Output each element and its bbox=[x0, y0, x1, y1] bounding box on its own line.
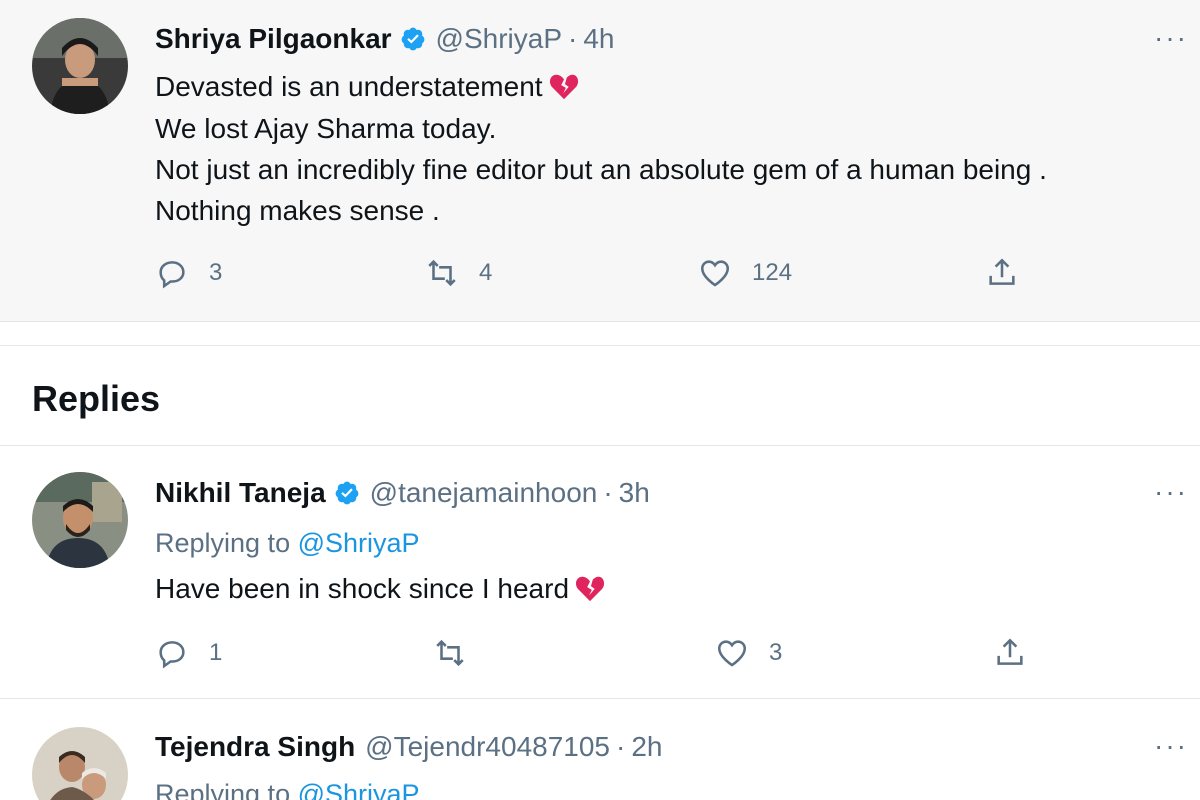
tweet-actions: 3 4 124 bbox=[155, 256, 1055, 296]
like-count: 124 bbox=[752, 259, 793, 286]
mention-link[interactable]: @ShriyaP bbox=[298, 528, 420, 558]
retweet-button[interactable] bbox=[433, 636, 487, 670]
handle[interactable]: @Tejendr40487105 bbox=[365, 730, 610, 764]
reply-tweet[interactable]: Tejendra Singh @Tejendr40487105 · 2h ···… bbox=[0, 699, 1200, 800]
reply-icon bbox=[159, 641, 185, 669]
replying-to: Replying to @ShriyaP bbox=[155, 528, 420, 559]
like-button[interactable]: 124 bbox=[698, 256, 792, 290]
timestamp[interactable]: 4h bbox=[583, 22, 614, 56]
retweet-button[interactable]: 4 bbox=[425, 256, 492, 290]
verified-badge-icon bbox=[401, 27, 424, 51]
tweet-text-line: Nothing makes sense . bbox=[155, 195, 440, 226]
reply-tweet[interactable]: Nikhil Taneja @tanejamainhoon · 3h ··· R… bbox=[0, 446, 1200, 698]
mention-link[interactable]: @ShriyaP bbox=[298, 779, 420, 800]
verified-badge-icon bbox=[335, 481, 359, 505]
display-name[interactable]: Tejendra Singh bbox=[155, 730, 355, 764]
timestamp[interactable]: 3h bbox=[619, 476, 650, 510]
tweet-text: Have been in shock since I heard bbox=[155, 573, 570, 604]
main-tweet[interactable]: Shriya Pilgaonkar @ShriyaP · 4h ··· Deva… bbox=[0, 0, 1200, 322]
tweet-actions: 1 3 bbox=[155, 636, 1055, 676]
broken-heart-emoji bbox=[575, 576, 605, 602]
like-count: 3 bbox=[769, 639, 783, 666]
reply-icon bbox=[159, 261, 185, 289]
replying-to: Replying to @ShriyaP bbox=[155, 779, 420, 800]
reply-count: 3 bbox=[209, 259, 223, 286]
share-icon bbox=[989, 258, 1015, 285]
avatar[interactable] bbox=[32, 472, 128, 568]
avatar[interactable] bbox=[32, 727, 128, 800]
share-button[interactable] bbox=[985, 256, 1019, 290]
display-name[interactable]: Shriya Pilgaonkar bbox=[155, 22, 392, 56]
retweet-count: 4 bbox=[479, 259, 493, 286]
like-icon bbox=[717, 640, 747, 667]
retweet-icon bbox=[436, 639, 464, 667]
like-button[interactable]: 3 bbox=[715, 636, 782, 670]
replying-prefix: Replying to bbox=[155, 779, 291, 800]
broken-heart-emoji bbox=[549, 74, 578, 100]
replies-heading: Replies bbox=[32, 378, 161, 419]
timestamp[interactable]: 2h bbox=[631, 730, 662, 764]
tweet-header: Shriya Pilgaonkar @ShriyaP · 4h bbox=[155, 22, 615, 56]
separator-dot: · bbox=[603, 477, 613, 508]
more-options-icon[interactable]: ··· bbox=[1154, 24, 1188, 52]
separator-dot: · bbox=[568, 23, 578, 54]
tweet-text-line: Have been in shock since I heard bbox=[155, 568, 605, 609]
more-options-icon[interactable]: ··· bbox=[1154, 478, 1188, 506]
tweet-text: Devasted is an understatement bbox=[155, 71, 543, 102]
more-options-icon[interactable]: ··· bbox=[1154, 732, 1188, 760]
share-icon bbox=[997, 638, 1023, 665]
like-icon bbox=[700, 260, 730, 287]
share-button[interactable] bbox=[993, 636, 1027, 670]
replying-prefix: Replying to bbox=[155, 528, 291, 558]
avatar[interactable] bbox=[32, 18, 128, 114]
avatar-photo bbox=[32, 472, 128, 568]
reply-count: 1 bbox=[209, 639, 223, 666]
avatar-photo bbox=[32, 727, 128, 800]
handle[interactable]: @ShriyaP bbox=[436, 22, 562, 56]
separator-dot: · bbox=[616, 731, 626, 762]
retweet-icon bbox=[428, 259, 456, 287]
tweet-text-line: Not just an incredibly fine editor but a… bbox=[155, 154, 1047, 185]
section-gap bbox=[0, 322, 1200, 346]
tweet-text-line: We lost Ajay Sharma today. bbox=[155, 113, 497, 144]
reply-button[interactable]: 1 bbox=[155, 636, 222, 670]
handle[interactable]: @tanejamainhoon bbox=[370, 476, 598, 510]
tweet-header: Nikhil Taneja @tanejamainhoon · 3h bbox=[155, 476, 650, 510]
display-name[interactable]: Nikhil Taneja bbox=[155, 476, 326, 510]
tweet-text-line: Devasted is an understatement bbox=[155, 66, 579, 107]
avatar-photo bbox=[32, 18, 128, 114]
tweet-header: Tejendra Singh @Tejendr40487105 · 2h bbox=[155, 730, 663, 764]
reply-button[interactable]: 3 bbox=[155, 256, 222, 290]
